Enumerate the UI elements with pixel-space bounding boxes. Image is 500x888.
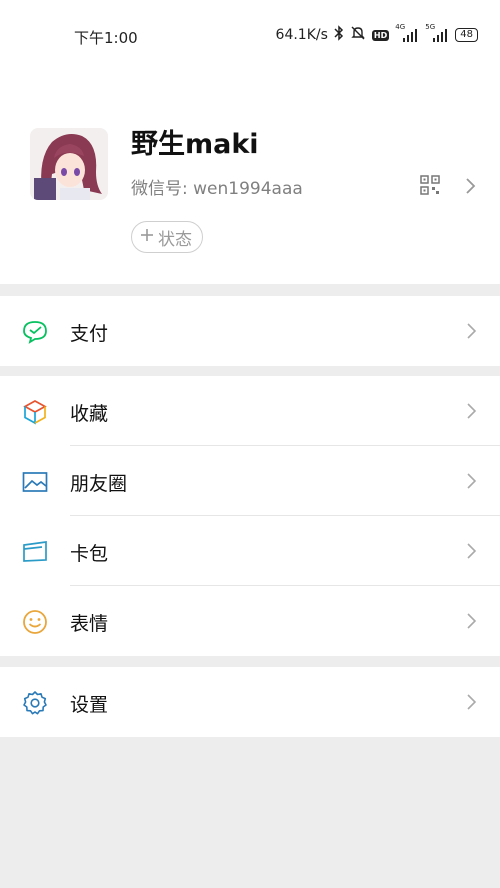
bluetooth-icon [334, 25, 344, 45]
status-indicators: 64.1K/s HD 4G 5G 48 [275, 23, 478, 46]
menu-item-stickers[interactable]: 表情 [0, 586, 500, 656]
menu-item-label: 卡包 [70, 543, 109, 565]
card-wallet-icon [22, 539, 48, 565]
mute-bell-icon [350, 25, 366, 45]
avatar[interactable] [30, 128, 108, 200]
menu-item-settings[interactable]: 设置 [0, 667, 500, 737]
chevron-right-icon [466, 692, 478, 712]
section-settings: 设置 [0, 667, 500, 737]
gear-icon [22, 690, 48, 716]
chevron-right-icon [466, 401, 478, 421]
menu-item-label: 朋友圈 [70, 473, 128, 495]
add-status-button[interactable]: 状态 [131, 221, 203, 253]
plus-icon [140, 227, 154, 247]
signal-5g-icon: 5G [425, 23, 449, 43]
signal-4g-icon: 4G [395, 23, 419, 43]
profile-card[interactable]: 野生maki 微信号: wen1994aaa 状态 [0, 70, 500, 284]
battery-icon: 48 [455, 28, 478, 42]
section-main: 收藏 朋友圈 卡包 表情 [0, 376, 500, 656]
menu-item-label: 收藏 [70, 403, 109, 425]
menu-item-label: 支付 [70, 323, 109, 345]
wallet-icon [22, 319, 48, 345]
profile-name: 野生maki [131, 129, 259, 160]
menu-item-favorites[interactable]: 收藏 [0, 376, 500, 446]
menu-item-moments[interactable]: 朋友圈 [0, 446, 500, 516]
status-time: 下午1:00 [74, 29, 138, 47]
section-pay: 支付 [0, 296, 500, 366]
chevron-right-icon [466, 611, 478, 631]
chevron-right-icon [466, 471, 478, 491]
cube-icon [22, 399, 48, 425]
chevron-right-icon [466, 321, 478, 341]
qr-code-icon[interactable] [420, 175, 440, 195]
menu-item-label: 设置 [70, 694, 109, 716]
smiley-icon [22, 609, 48, 635]
chevron-right-icon [466, 541, 478, 561]
menu-item-cards[interactable]: 卡包 [0, 516, 500, 586]
wechat-id: 微信号: wen1994aaa [131, 179, 303, 199]
hd-badge: HD [371, 29, 390, 41]
status-bar: 下午1:00 64.1K/s HD 4G 5G 48 [0, 0, 500, 70]
net-speed: 64.1K/s [275, 27, 328, 43]
chevron-right-icon[interactable] [464, 175, 478, 197]
status-button-label: 状态 [158, 229, 192, 250]
picture-icon [22, 469, 48, 495]
menu-item-label: 表情 [70, 613, 109, 635]
menu-item-pay[interactable]: 支付 [0, 296, 500, 366]
